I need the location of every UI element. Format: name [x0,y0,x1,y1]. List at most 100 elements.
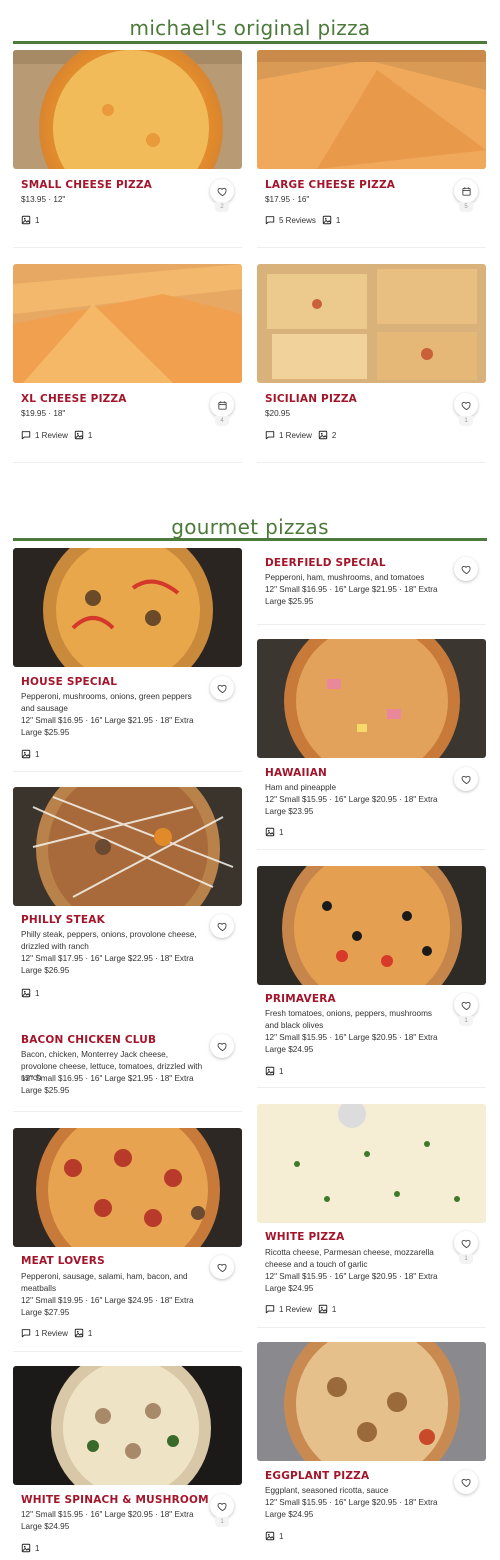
item-name[interactable]: DEERFIELD SPECIAL [265,557,386,569]
item-meta: 5 Reviews 1 [265,215,340,225]
photo-count[interactable]: 2 [318,430,336,440]
image-icon [74,430,84,440]
favorite-button[interactable] [210,1034,234,1058]
favorite-button[interactable] [210,914,234,938]
item-photo[interactable] [13,1128,242,1247]
comment-icon [265,215,275,225]
review-count[interactable]: 1 Review [21,1328,68,1338]
menu-item-sicilian[interactable]: SICILIAN PIZZA $20.95 1 1 Review 2 [257,264,486,464]
card-divider [257,849,486,850]
favorite-count: 4 [215,416,229,426]
favorite-button[interactable] [454,1231,478,1255]
item-photo[interactable] [257,264,486,383]
item-photo[interactable] [13,1366,242,1485]
item-name[interactable]: BACON CHICKEN CLUB [21,1034,156,1046]
item-photo[interactable] [13,787,242,906]
item-name[interactable]: LARGE CHEESE PIZZA [265,179,395,191]
menu-item-eggplant-pizza[interactable]: EGGPLANT PIZZA Eggplant, seasoned ricott… [257,1342,486,1560]
item-photo[interactable] [13,264,242,383]
item-photo[interactable] [257,1104,486,1223]
schedule-button[interactable] [210,393,234,417]
favorite-count: 1 [215,1517,229,1527]
review-count[interactable]: 1 Review [21,430,68,440]
image-icon [318,1304,328,1314]
favorite-button[interactable] [454,393,478,417]
item-description: Eggplant, seasoned ricotta, sauce [265,1486,389,1495]
review-count[interactable]: 1 Review [265,430,312,440]
item-meta: 1 Review 2 [265,430,336,440]
menu-item-bacon-chicken-club[interactable]: BACON CHICKEN CLUB Bacon, chicken, Monte… [13,1025,242,1115]
photo-count[interactable]: 1 [265,1531,283,1541]
favorite-button[interactable] [454,557,478,581]
photo-count[interactable]: 1 [322,215,340,225]
heart-icon [461,1477,472,1488]
item-photo[interactable] [13,50,242,169]
menu-item-large-cheese[interactable]: LARGE CHEESE PIZZA $17.95 · 16" 5 5 Revi… [257,50,486,250]
image-icon [318,430,328,440]
photo-count[interactable]: 1 [21,1543,39,1553]
favorite-button[interactable] [210,179,234,203]
item-description: Philly steak, peppers, onions, provolone… [21,930,197,951]
section-title-gourmet: gourmet pizzas [171,515,329,539]
item-name[interactable]: SICILIAN PIZZA [265,393,357,405]
favorite-button[interactable] [454,767,478,791]
item-meta: 1 [265,1066,283,1076]
item-description: Pepperoni, mushrooms, onions, green pepp… [21,692,192,713]
favorite-button[interactable] [454,993,478,1017]
menu-item-xl-cheese[interactable]: XL CHEESE PIZZA $19.95 · 18" 4 1 Review … [13,264,242,464]
favorite-button[interactable] [210,1494,234,1518]
favorite-count: 1 [459,1016,473,1026]
favorite-count: 5 [459,202,473,212]
menu-item-philly-steak[interactable]: PHILLY STEAK Philly steak, peppers, onio… [13,787,242,1007]
item-name[interactable]: WHITE SPINACH & MUSHROOM [21,1494,209,1506]
card-divider [257,247,486,248]
item-price: 12" Small $16.95 · 16" Large $21.95 · 18… [21,716,194,737]
item-photo[interactable] [13,548,242,667]
menu-item-small-cheese[interactable]: SMALL CHEESE PIZZA $13.95 · 12" 2 1 [13,50,242,250]
item-name[interactable]: PHILLY STEAK [21,914,105,926]
menu-item-white-spinach-mushroom[interactable]: WHITE SPINACH & MUSHROOM 12" Small $15.9… [13,1366,242,1560]
menu-item-hawaiian[interactable]: HAWAIIAN Ham and pineapple 12" Small $15… [257,639,486,849]
item-meta: 1 [21,1543,39,1553]
image-icon [21,1543,31,1553]
favorite-button[interactable] [210,1255,234,1279]
photo-count[interactable]: 1 [74,430,92,440]
menu-item-white-pizza[interactable]: WHITE PIZZA Ricotta cheese, Parmesan che… [257,1104,486,1326]
schedule-button[interactable] [454,179,478,203]
review-count[interactable]: 5 Reviews [265,215,316,225]
favorite-button[interactable] [210,676,234,700]
photo-count[interactable]: 1 [265,1066,283,1076]
item-photo[interactable] [257,1342,486,1461]
heart-icon [461,400,472,411]
item-name[interactable]: XL CHEESE PIZZA [21,393,127,405]
image-icon [265,1066,275,1076]
photo-count[interactable]: 1 [21,215,39,225]
item-photo[interactable] [257,866,486,985]
item-name[interactable]: EGGPLANT PIZZA [265,1470,369,1482]
menu-item-meat-lovers[interactable]: MEAT LOVERS Pepperoni, sausage, salami, … [13,1128,242,1348]
favorite-count: 2 [215,202,229,212]
comment-icon [265,1304,275,1314]
photo-count[interactable]: 1 [318,1304,336,1314]
item-photo[interactable] [257,639,486,758]
item-photo[interactable] [257,50,486,169]
photo-count[interactable]: 1 [265,827,283,837]
photo-count[interactable]: 1 [74,1328,92,1338]
favorite-button[interactable] [454,1470,478,1494]
photo-count[interactable]: 1 [21,749,39,759]
item-name[interactable]: HOUSE SPECIAL [21,676,117,688]
item-name[interactable]: WHITE PIZZA [265,1231,344,1243]
item-name[interactable]: PRIMAVERA [265,993,336,1005]
menu-item-house-special[interactable]: HOUSE SPECIAL Pepperoni, mushrooms, onio… [13,548,242,768]
item-name[interactable]: SMALL CHEESE PIZZA [21,179,152,191]
photo-count[interactable]: 1 [21,988,39,998]
menu-item-primavera[interactable]: PRIMAVERA Fresh tomatoes, onions, pepper… [257,866,486,1086]
item-name[interactable]: MEAT LOVERS [21,1255,105,1267]
item-price: 12" Small $15.95 · 16" Large $20.95 · 18… [265,795,438,816]
image-icon [265,827,275,837]
heart-icon [217,186,228,197]
heart-icon [461,1238,472,1249]
review-count[interactable]: 1 Review [265,1304,312,1314]
item-name[interactable]: HAWAIIAN [265,767,327,779]
menu-item-deerfield-special[interactable]: DEERFIELD SPECIAL Pepperoni, ham, mushro… [257,548,486,628]
